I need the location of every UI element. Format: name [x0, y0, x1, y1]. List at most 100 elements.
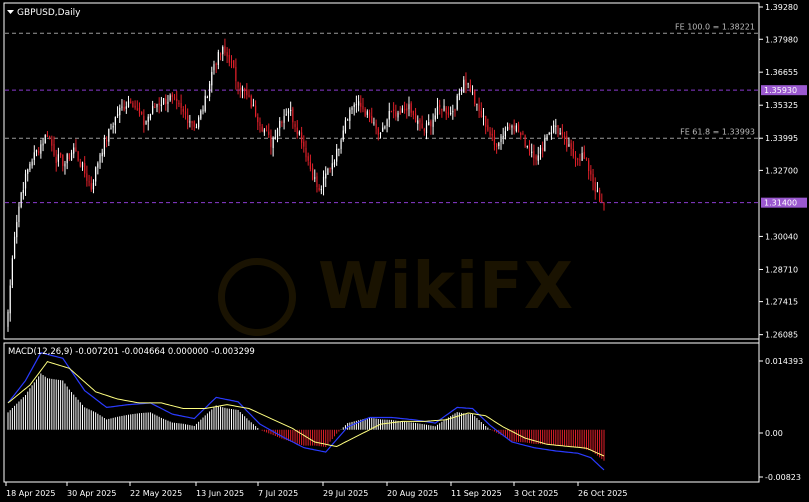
candle-body — [191, 121, 193, 124]
candle-body — [360, 102, 362, 107]
candle-body — [379, 132, 382, 134]
candle-body — [283, 116, 285, 123]
candle-body — [436, 106, 439, 116]
candle-body — [585, 158, 588, 160]
triangle-down-icon[interactable] — [7, 10, 14, 14]
candle-body — [79, 161, 81, 167]
candle-body — [342, 130, 344, 140]
candle-body — [287, 110, 290, 114]
candle-body — [333, 162, 336, 165]
candle-body — [493, 136, 496, 145]
candle-body — [414, 113, 417, 122]
candle-body — [471, 92, 474, 94]
candle-body — [167, 101, 169, 104]
candle-body — [86, 173, 88, 181]
candle-body — [165, 98, 167, 105]
candle-body — [29, 163, 31, 170]
candle-body — [327, 168, 329, 175]
candle-body — [476, 103, 478, 105]
candle-body — [504, 131, 506, 137]
candle-body — [570, 143, 572, 149]
candle-body — [515, 125, 517, 131]
candle-body — [311, 168, 314, 180]
candle-body — [355, 104, 357, 106]
candle-body — [265, 130, 268, 132]
candle-body — [208, 83, 211, 97]
candle-body — [410, 103, 412, 113]
candle-body — [375, 123, 377, 129]
candle-body — [555, 125, 557, 127]
candlestick-series[interactable] — [7, 38, 605, 332]
candle-body — [147, 116, 149, 122]
candle-body — [456, 95, 458, 110]
candle-body — [441, 108, 443, 110]
candle-body — [143, 115, 145, 126]
time-axis-label: 29 Jul 2025 — [323, 489, 368, 498]
candle-body — [193, 121, 195, 127]
candle-body — [276, 128, 279, 138]
candle-body — [563, 135, 566, 139]
candle-body — [421, 123, 423, 129]
price-axis-label: 1.37980 — [765, 35, 798, 44]
chart-title: GBPUSD,Daily — [17, 8, 81, 18]
candle-body — [173, 97, 176, 99]
candle-body — [101, 152, 103, 157]
candle-body — [106, 140, 108, 142]
candle-body — [511, 125, 513, 128]
candle-body — [338, 148, 340, 150]
candle-body — [18, 206, 20, 222]
candle-body — [285, 114, 287, 116]
candle-body — [592, 173, 594, 183]
candle-body — [239, 88, 241, 90]
candle-body — [38, 151, 40, 153]
candle-body — [517, 124, 520, 133]
candle-body — [57, 154, 59, 162]
candle-body — [270, 135, 272, 148]
candle-body — [22, 189, 24, 194]
candle-body — [382, 127, 384, 132]
candle-body — [588, 160, 590, 172]
candle-body — [430, 121, 432, 127]
macd-lines — [7, 351, 605, 471]
fib-level-label: FE 61.8 = 1.33993 — [680, 127, 755, 136]
candle-body — [423, 129, 425, 132]
candle-body — [537, 155, 539, 161]
candle-body — [272, 137, 274, 149]
candle-body — [336, 148, 338, 162]
candle-body — [533, 150, 535, 159]
trading-chart[interactable]: 1.39280 1.37980 1.36655 1.35325 1.33995 1.327… — [0, 0, 809, 502]
candle-body — [460, 91, 463, 93]
candle-body — [590, 170, 592, 175]
candle-body — [550, 132, 553, 135]
candle-body — [40, 144, 42, 154]
candle-body — [434, 115, 436, 120]
candle-body — [281, 122, 283, 124]
candle-body — [454, 109, 456, 111]
candle-body — [390, 111, 393, 113]
candle-body — [158, 103, 160, 106]
candle-body — [393, 109, 395, 112]
candle-body — [544, 138, 546, 151]
candle-body — [373, 122, 375, 124]
price-axis-label: 1.39280 — [765, 3, 798, 12]
candle-body — [417, 120, 419, 124]
candle-body — [215, 63, 217, 66]
candle-body — [255, 105, 257, 117]
candle-body — [384, 126, 386, 128]
candle-body — [399, 111, 401, 114]
candle-body — [24, 173, 27, 189]
candle-body — [204, 95, 206, 112]
candle-body — [520, 132, 522, 136]
macd-header: MACD(12,26,9) -0.007201 -0.004664 0.0000… — [8, 347, 255, 357]
candle-body — [401, 108, 404, 113]
candle-body — [487, 125, 489, 131]
candle-body — [596, 190, 599, 192]
candle-body — [152, 106, 154, 114]
candle-body — [526, 145, 528, 147]
candle-body — [581, 152, 583, 161]
candle-body — [546, 135, 548, 141]
time-axis-label: 20 Aug 2025 — [387, 489, 438, 498]
candle-body — [428, 121, 430, 126]
macd-axis: 0.014393 0.00 -0.00823 — [759, 357, 803, 482]
price-axis-label: 1.28710 — [765, 265, 798, 274]
